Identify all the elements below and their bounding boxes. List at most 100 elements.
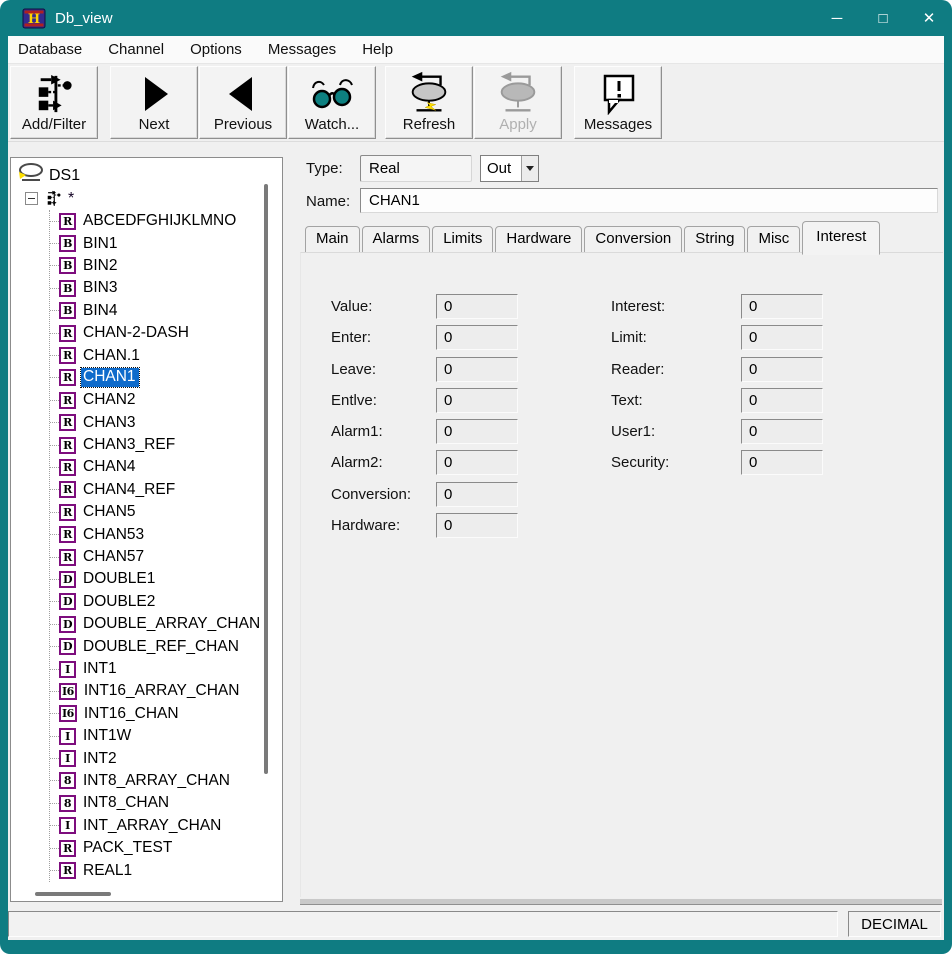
editor-horizontal-scrollbar[interactable] [300, 898, 942, 905]
toolbar-button-next[interactable]: Next [110, 66, 198, 139]
tree-item-int8-chan[interactable]: 8 INT8_CHAN [50, 792, 282, 814]
tree-guide [50, 870, 59, 871]
tree-vertical-scrollbar[interactable] [264, 184, 268, 774]
tree-item-chan3[interactable]: R CHAN3 [50, 412, 282, 434]
tab-conversion[interactable]: Conversion [584, 226, 682, 253]
field-input[interactable]: 0 [741, 294, 823, 319]
channel-type-badge: D [59, 571, 76, 588]
field-input[interactable]: 0 [436, 294, 518, 319]
tree-item-real1[interactable]: R REAL1 [50, 859, 282, 881]
menu-item-options[interactable]: Options [180, 37, 252, 62]
channel-type-badge: R [59, 840, 76, 857]
channel-type-badge: 8 [59, 772, 76, 789]
tree-item-bin1[interactable]: B BIN1 [50, 232, 282, 254]
field-input[interactable]: 0 [741, 419, 823, 444]
field-input[interactable]: 0 [741, 325, 823, 350]
tab-main[interactable]: Main [305, 226, 360, 253]
tree-item-label: DOUBLE_REF_CHAN [83, 638, 239, 656]
field-input[interactable]: 0 [436, 357, 518, 382]
name-input[interactable]: CHAN1 [360, 188, 938, 213]
tree-filter-label: * [68, 190, 74, 208]
number-mode-indicator[interactable]: DECIMAL [848, 911, 941, 937]
tree-item-int2[interactable]: I INT2 [50, 747, 282, 769]
collapse-icon[interactable] [25, 192, 38, 205]
field-input[interactable]: 0 [741, 388, 823, 413]
channel-type-badge: R [59, 437, 76, 454]
channel-type-badge: R [59, 347, 76, 364]
menu-item-channel[interactable]: Channel [98, 37, 174, 62]
tree-item-chan-1[interactable]: R CHAN.1 [50, 344, 282, 366]
field-input[interactable]: 0 [436, 450, 518, 475]
tree-filter-node[interactable]: * [25, 187, 282, 210]
tree-item-int8-array-chan[interactable]: 8 INT8_ARRAY_CHAN [50, 770, 282, 792]
tree-item-pack-test[interactable]: R PACK_TEST [50, 837, 282, 859]
tree-item-double2[interactable]: D DOUBLE2 [50, 591, 282, 613]
tab-interest[interactable]: Interest [802, 221, 880, 255]
tree-item-bin4[interactable]: B BIN4 [50, 300, 282, 322]
field-input[interactable]: 0 [436, 419, 518, 444]
tree-item-int1[interactable]: I INT1 [50, 658, 282, 680]
channel-type-badge: R [59, 325, 76, 342]
toolbar-button-messages[interactable]: Messages [574, 66, 662, 139]
tree-item-int16-array-chan[interactable]: I6 INT16_ARRAY_CHAN [50, 680, 282, 702]
toolbar-button-watch[interactable]: Watch... [288, 66, 376, 139]
window-control-icon: □ [878, 10, 887, 27]
tree-item-double-ref-chan[interactable]: D DOUBLE_REF_CHAN [50, 635, 282, 657]
window-minimize[interactable]: ─ [814, 0, 860, 36]
tree-item-label: INT16_CHAN [84, 705, 179, 723]
tree-item-double1[interactable]: D DOUBLE1 [50, 568, 282, 590]
field-input[interactable]: 0 [436, 513, 518, 538]
tree-item-bin2[interactable]: B BIN2 [50, 255, 282, 277]
toolbar-button-previous[interactable]: Previous [199, 66, 287, 139]
tree-item-double-array-chan[interactable]: D DOUBLE_ARRAY_CHAN [50, 613, 282, 635]
tree-item-chan5[interactable]: R CHAN5 [50, 501, 282, 523]
tree-item-chan53[interactable]: R CHAN53 [50, 523, 282, 545]
tree-item-chan3-ref[interactable]: R CHAN3_REF [50, 434, 282, 456]
tree-item-int1w[interactable]: I INT1W [50, 725, 282, 747]
channel-type-badge: I6 [59, 683, 77, 700]
menu-item-database[interactable]: Database [8, 37, 92, 62]
menu-item-messages[interactable]: Messages [258, 37, 346, 62]
toolbar-button-label: Previous [214, 116, 272, 133]
window-maximize[interactable]: □ [860, 0, 906, 36]
field-input[interactable]: 0 [436, 325, 518, 350]
tab-string[interactable]: String [684, 226, 745, 253]
tree-item-bin3[interactable]: B BIN3 [50, 277, 282, 299]
tree-item-chan-2-dash[interactable]: R CHAN-2-DASH [50, 322, 282, 344]
tree-item-chan57[interactable]: R CHAN57 [50, 546, 282, 568]
tree-root-node[interactable]: DS1 [17, 164, 282, 187]
field-input[interactable]: 0 [436, 388, 518, 413]
field-input[interactable]: 0 [741, 357, 823, 382]
tree-item-int16-chan[interactable]: I6 INT16_CHAN [50, 703, 282, 725]
menu-item-help[interactable]: Help [352, 37, 403, 62]
tree-item-label: INT8_ARRAY_CHAN [83, 772, 230, 790]
field-label-hardware: Hardware: [331, 517, 436, 534]
tree-item-chan4[interactable]: R CHAN4 [50, 456, 282, 478]
toolbar-button-refresh[interactable]: Refresh [385, 66, 473, 139]
toolbar-button-add-filter[interactable]: Add/Filter [10, 66, 98, 139]
tree-item-abcedfghijklmno[interactable]: R ABCEDFGHIJKLMNO [50, 210, 282, 232]
direction-dropdown[interactable]: Out [480, 155, 539, 182]
field-label-limit: Limit: [611, 329, 741, 346]
field-input[interactable]: 0 [436, 482, 518, 507]
tree-item-label: CHAN1 [81, 368, 139, 387]
tree-horizontal-scrollbar[interactable] [35, 892, 111, 896]
tree-guide [50, 825, 59, 826]
tab-limits[interactable]: Limits [432, 226, 493, 253]
tree-item-label: CHAN-2-DASH [83, 324, 189, 342]
tree-item-chan1[interactable]: R CHAN1 [50, 367, 282, 389]
tree-item-int-array-chan[interactable]: I INT_ARRAY_CHAN [50, 815, 282, 837]
tab-hardware[interactable]: Hardware [495, 226, 582, 253]
tab-alarms[interactable]: Alarms [362, 226, 431, 253]
window-close[interactable]: ✕ [906, 0, 952, 36]
tree-guide [50, 669, 59, 670]
toolbar-button-label: Messages [584, 116, 652, 133]
tree-item-chan4-ref[interactable]: R CHAN4_REF [50, 479, 282, 501]
field-input[interactable]: 0 [741, 450, 823, 475]
type-value-field[interactable]: Real [360, 155, 472, 182]
tree-item-chan2[interactable]: R CHAN2 [50, 389, 282, 411]
tab-strip: Main Alarms Limits Hardware Conversion S… [305, 222, 882, 253]
client-area: Database Channel Options Messages Help [8, 36, 944, 940]
tab-misc[interactable]: Misc [747, 226, 800, 253]
dropdown-button[interactable] [521, 156, 538, 181]
